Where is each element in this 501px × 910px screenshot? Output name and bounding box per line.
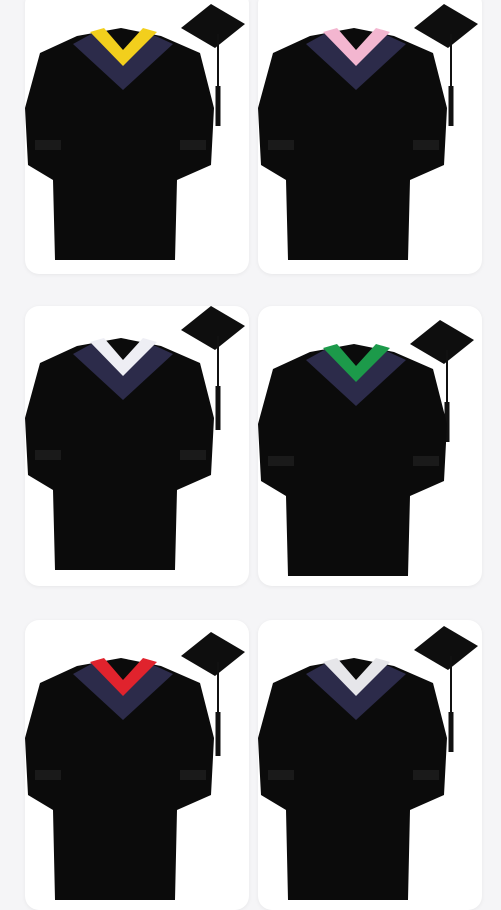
- gown-icon: [25, 28, 214, 260]
- graduation-gown-image: [258, 4, 478, 260]
- gown-icon: [25, 658, 214, 900]
- product-card-red[interactable]: [25, 620, 249, 910]
- product-card-silver[interactable]: [258, 620, 482, 910]
- gown-icon: [258, 344, 447, 576]
- product-card-green[interactable]: [258, 306, 482, 586]
- graduation-gown-image: [258, 626, 478, 900]
- gown-icon: [258, 28, 447, 260]
- product-card-yellow[interactable]: [25, 0, 249, 274]
- graduation-gown-image: [258, 320, 474, 576]
- graduation-gown-image: [25, 4, 245, 260]
- graduation-gown-image: [25, 306, 245, 570]
- product-card-white[interactable]: [25, 306, 249, 586]
- graduation-gown-image: [25, 632, 245, 900]
- gown-icon: [25, 338, 214, 570]
- product-card-pink[interactable]: [258, 0, 482, 274]
- gown-icon: [258, 658, 447, 900]
